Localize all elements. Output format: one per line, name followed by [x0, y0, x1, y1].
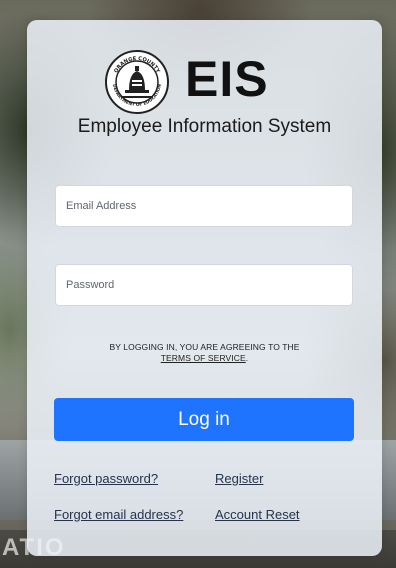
login-button[interactable]: Log in	[54, 398, 354, 441]
terms-period: .	[245, 353, 249, 363]
terms-notice: BY LOGGING IN, YOU ARE AGREEING TO THE T…	[27, 342, 382, 364]
app-subtitle: Employee Information System	[77, 116, 332, 137]
forgot-email-link[interactable]: Forgot email address?	[54, 507, 183, 522]
account-reset-link[interactable]: Account Reset	[215, 507, 300, 522]
eis-wordmark: EIS	[185, 51, 269, 107]
brand-header: ORANGE COUNTY DEPARTMENT OF EDUCATION EI…	[27, 20, 382, 140]
forgot-password-link[interactable]: Forgot password?	[54, 471, 158, 486]
login-card: ORANGE COUNTY DEPARTMENT OF EDUCATION EI…	[27, 20, 382, 556]
password-input[interactable]	[55, 264, 353, 306]
terms-text: BY LOGGING IN, YOU ARE AGREEING TO THE	[109, 342, 300, 352]
register-link[interactable]: Register	[215, 471, 263, 486]
seal-logo-icon: ORANGE COUNTY DEPARTMENT OF EDUCATION	[105, 50, 169, 114]
terms-of-service-link[interactable]: TERMS OF SERVICE	[161, 353, 246, 363]
email-input[interactable]	[55, 185, 353, 227]
